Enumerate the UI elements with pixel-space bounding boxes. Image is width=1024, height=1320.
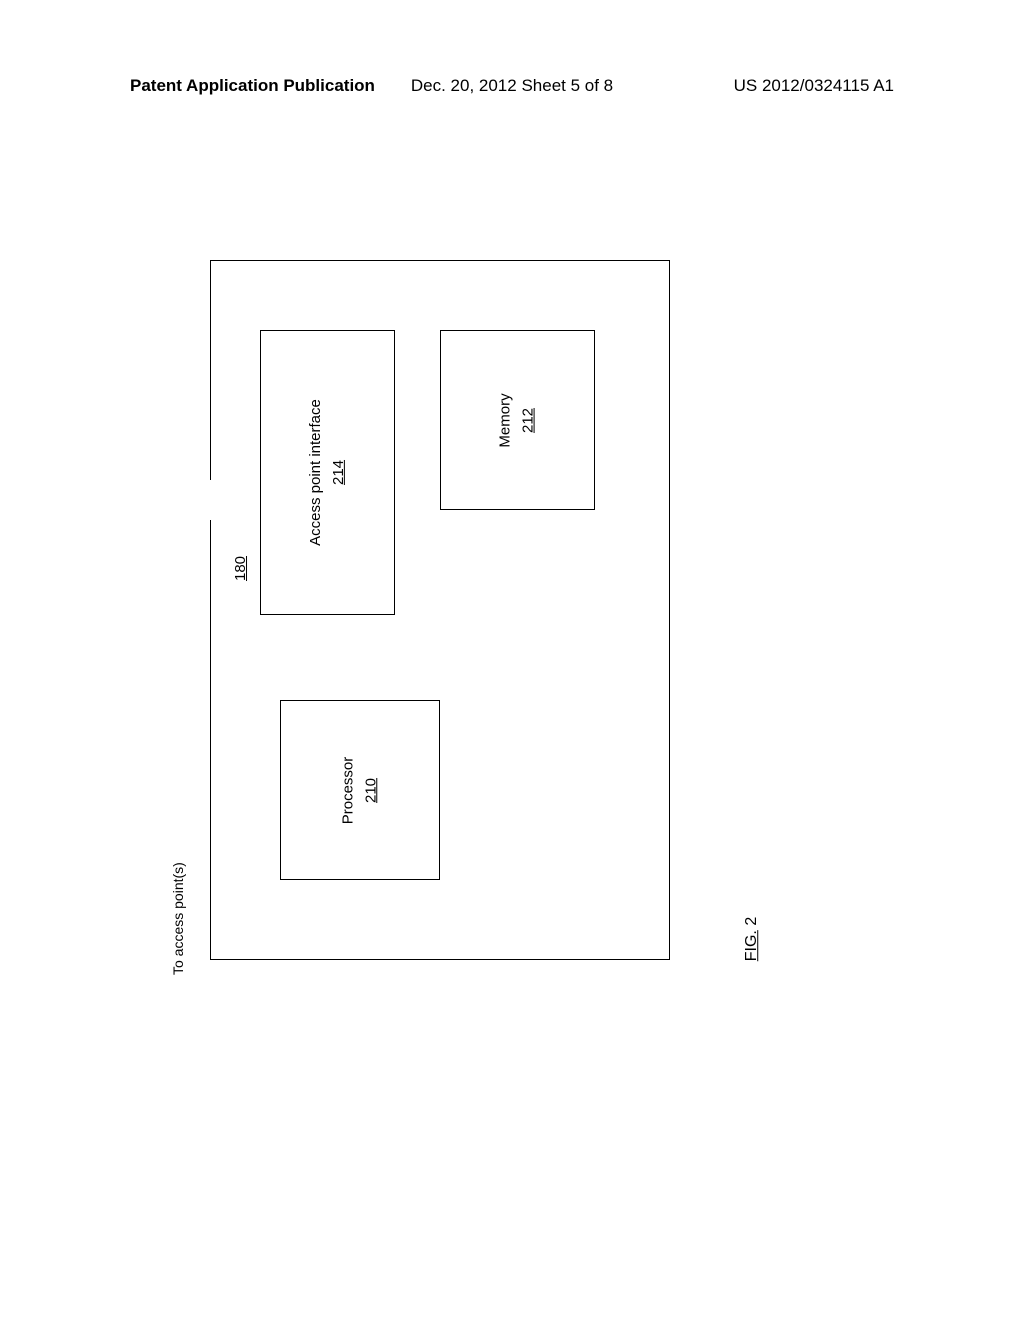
block-ref: 210 [362,777,379,802]
access-point-interface-block: Access point interface 214 [260,330,395,615]
figure-diagram: 180 Processor 210 Memory 212 Access poin… [180,260,790,960]
processor-label: Processor 210 [338,756,383,824]
figure-number: 2 [743,917,760,926]
api-label: Access point interface 214 [305,399,350,546]
block-name: Access point interface [307,399,324,546]
header-right: US 2012/0324115 A1 [734,76,894,96]
block-ref: 214 [330,460,347,485]
memory-label: Memory 212 [495,393,540,447]
page-header: Patent Application Publication Dec. 20, … [0,76,1024,96]
memory-block: Memory 212 [440,330,595,510]
header-left: Patent Application Publication [130,76,375,96]
block-name: Memory [497,393,514,447]
figure-label: FIG. 2 [743,917,761,961]
container-border-segment [210,520,211,960]
header-center: Dec. 20, 2012 Sheet 5 of 8 [411,76,613,96]
to-access-points-label: To access point(s) [170,862,186,975]
block-ref: 212 [519,407,536,432]
figure-prefix: FIG. [743,930,760,961]
processor-block: Processor 210 [280,700,440,880]
block-name: Processor [340,756,357,824]
container-border-segment [210,260,211,480]
container-ref-number: 180 [232,556,249,581]
